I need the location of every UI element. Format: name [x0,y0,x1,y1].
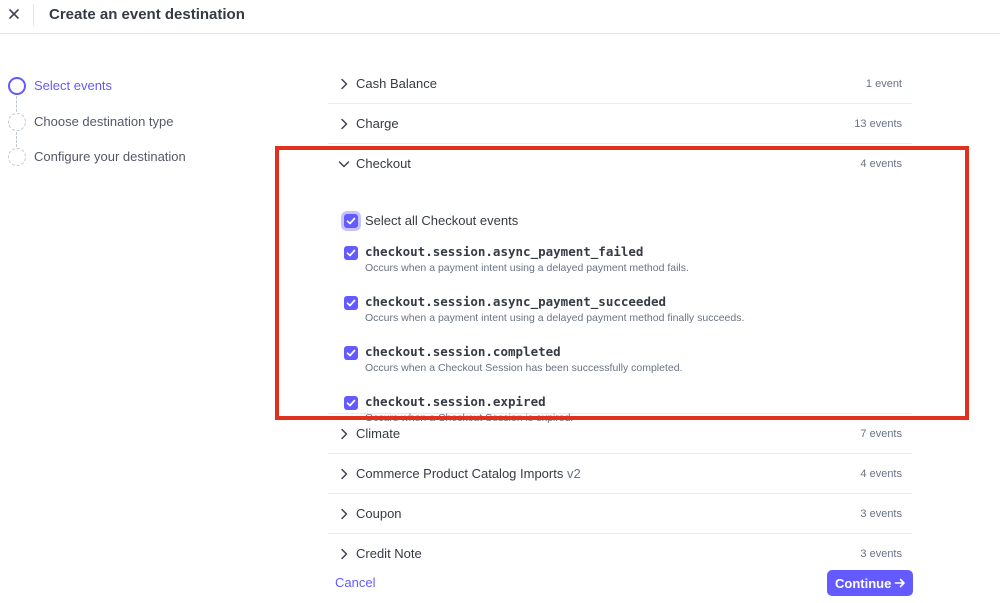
checkmark-icon [346,299,356,307]
chevron-right-icon [341,548,348,560]
checkmark-icon [346,217,356,225]
cancel-button[interactable]: Cancel [335,575,375,590]
header-divider [33,4,34,26]
chevron-down-icon [338,161,350,168]
event-count: 3 events [860,508,902,520]
category-name: Coupon [356,506,402,521]
checkmark-icon [346,349,356,357]
category-section-checkout: Checkout 4 events Select all Checkout ev… [328,144,912,424]
step-label: Choose destination type [34,114,174,129]
category-row-coupon[interactable]: Coupon 3 events [328,494,912,534]
step-label: Select events [34,78,113,93]
category-name: Cash Balance [356,76,437,91]
chevron-right-icon [341,118,348,130]
close-button[interactable] [6,5,24,25]
event-count: 7 events [860,428,902,440]
step-inactive-indicator [8,113,26,131]
continue-label: Continue [835,576,892,591]
checkmark-icon [346,399,356,407]
select-all-label: Select all Checkout events [365,213,519,228]
event-count: 4 events [860,468,902,480]
event-count: 13 events [854,118,902,130]
chevron-right-icon [341,508,348,520]
step-label: Configure your destination [34,149,186,164]
step-inactive-indicator [8,148,26,166]
category-row-cash-balance[interactable]: Cash Balance 1 event [328,64,912,104]
event-name: checkout.session.async_payment_failed [365,244,644,259]
event-checkbox[interactable] [344,346,358,360]
event-category-list: Cash Balance 1 event Charge 13 events Ch… [328,64,912,574]
category-name-text: Commerce Product Catalog Imports [356,466,564,481]
category-row-commerce-product-catalog-imports[interactable]: Commerce Product Catalog Imports v2 4 ev… [328,454,912,494]
category-name: Charge [356,116,399,131]
event-description: Occurs when a payment intent using a del… [365,312,745,324]
event-count: 1 event [865,78,902,90]
arrow-right-icon [894,578,905,588]
step-active-indicator [8,77,26,95]
event-checkbox[interactable] [344,396,358,410]
category-name: Checkout [356,156,411,171]
checkmark-icon [346,249,356,257]
event-checkbox[interactable] [344,296,358,310]
event-name: checkout.session.expired [365,394,546,409]
event-count: 4 events [860,158,902,170]
continue-button[interactable]: Continue [827,570,913,596]
category-name: Climate [356,426,401,441]
event-description: Occurs when a Checkout Session has been … [365,362,683,374]
chevron-right-icon [341,468,348,480]
event-checkbox[interactable] [344,246,358,260]
event-name: checkout.session.completed [365,344,561,359]
step-connector [16,132,17,147]
category-row-charge[interactable]: Charge 13 events [328,104,912,144]
event-count: 3 events [860,548,902,560]
page-title: Create an event destination [49,6,245,23]
chevron-right-icon [341,78,348,90]
category-name: Credit Note [356,546,422,561]
close-icon [9,9,19,19]
category-name: Commerce Product Catalog Imports v2 [356,466,581,481]
category-row-climate[interactable]: Climate 7 events [328,414,912,454]
api-version-tag: v2 [566,466,581,481]
category-row-credit-note[interactable]: Credit Note 3 events [328,534,912,574]
step-choose-destination-type[interactable]: Choose destination type [8,112,248,132]
event-description: Occurs when a payment intent using a del… [365,262,689,274]
category-row-checkout[interactable]: Checkout 4 events [328,144,912,184]
step-configure-destination[interactable]: Configure your destination [8,147,248,167]
step-select-events[interactable]: Select events [8,76,248,96]
event-name: checkout.session.async_payment_succeeded [365,294,667,309]
step-connector [16,96,17,112]
header: Create an event destination [0,0,1000,34]
chevron-right-icon [341,428,348,440]
select-all-checkbox[interactable] [344,214,358,228]
